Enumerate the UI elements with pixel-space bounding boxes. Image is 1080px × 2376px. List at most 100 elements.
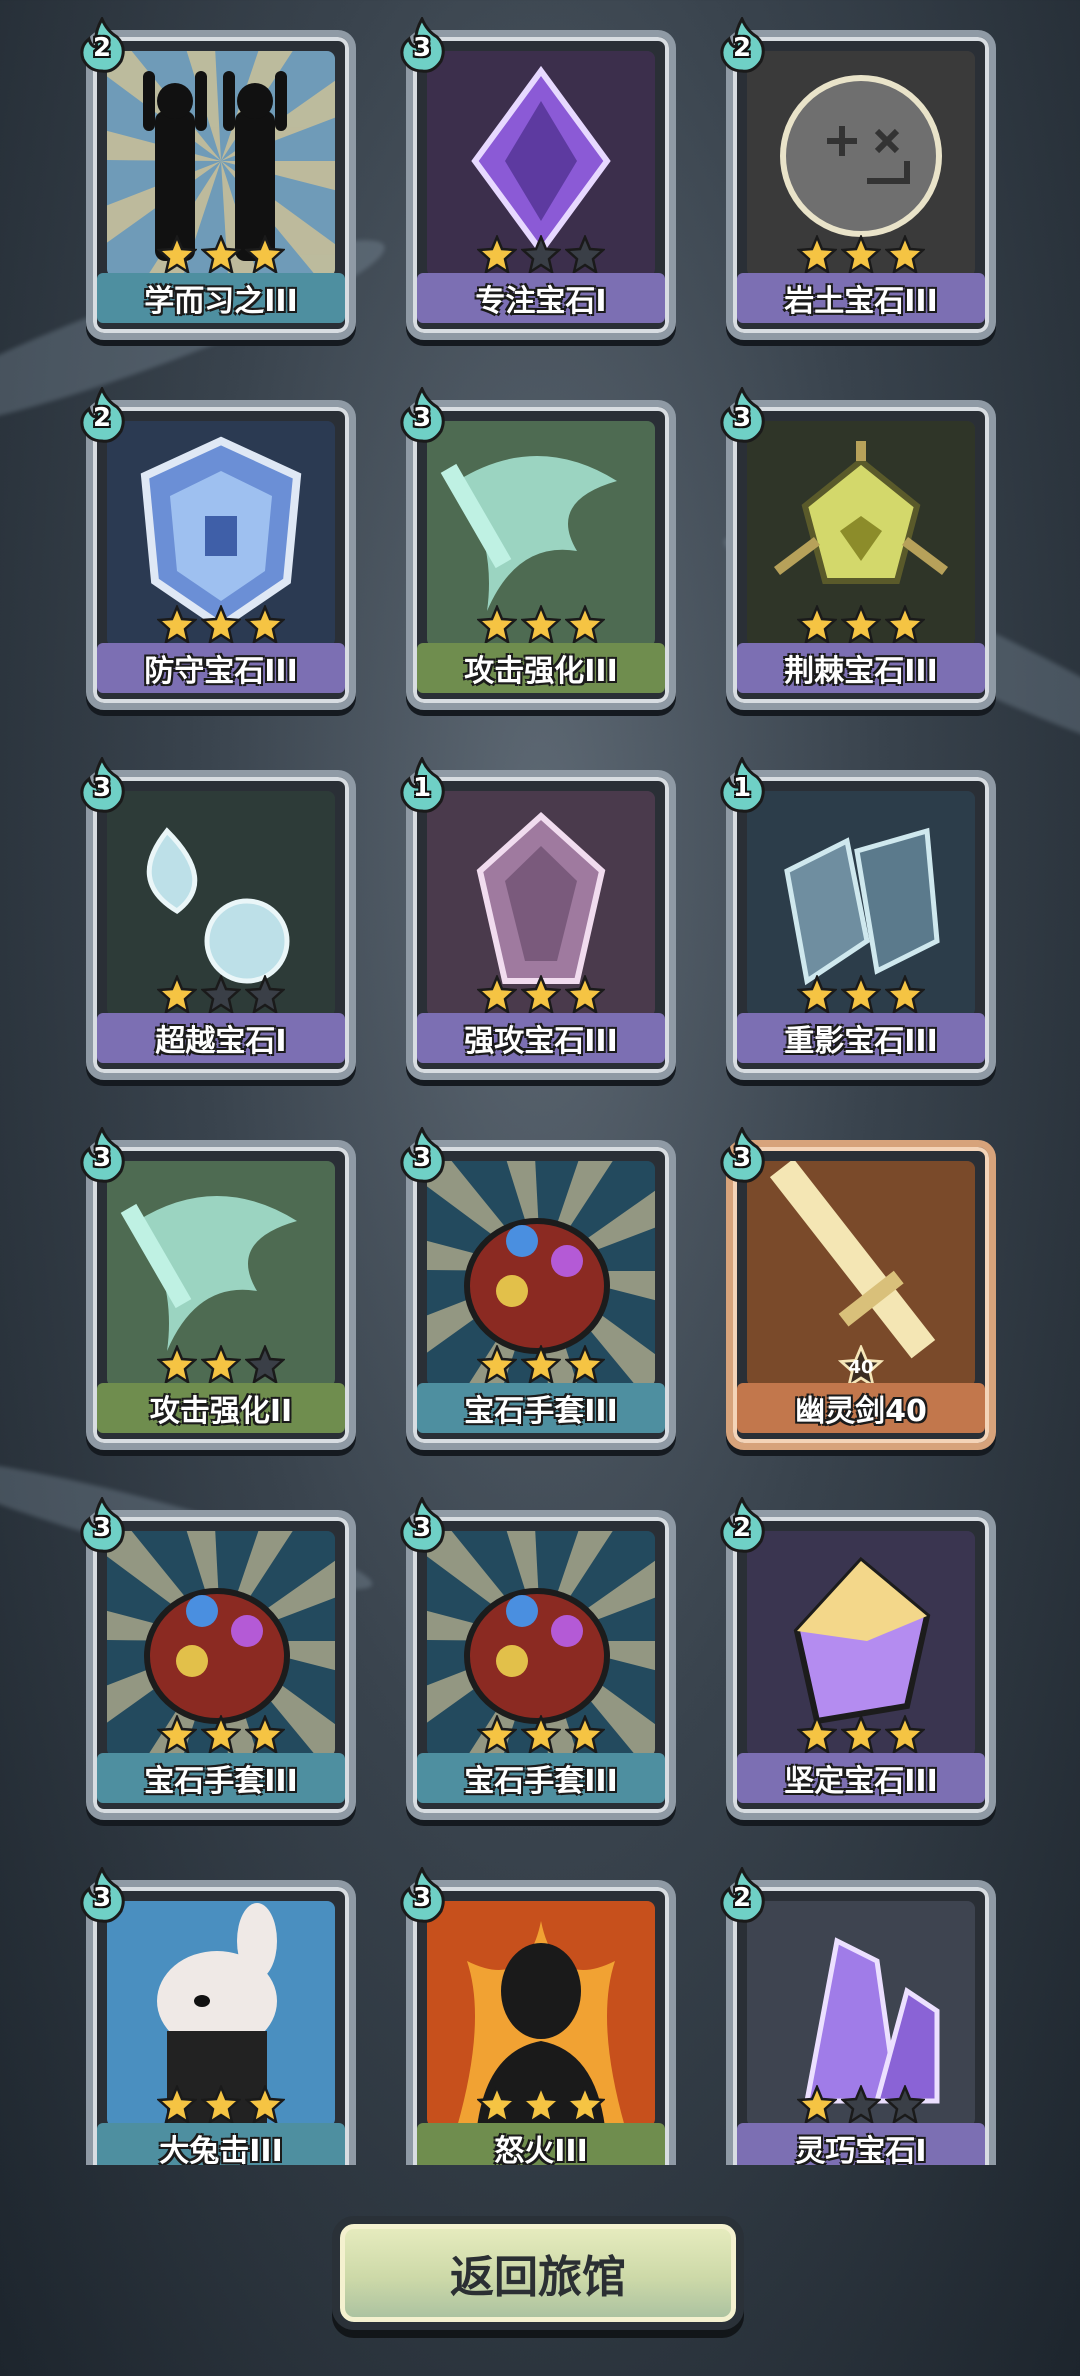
card-name: 强攻宝石III [417,1013,665,1063]
cost-flame-icon: 3 [77,1127,127,1183]
cost-flame-icon: 2 [717,1497,767,1553]
card-name: 专注宝石I [417,273,665,323]
card[interactable]: 宝石手套III 3 [80,1497,356,1820]
star-filled-icon [883,603,927,645]
cost-flame-icon: 3 [397,387,447,443]
card[interactable]: 岩土宝石III 2 [720,17,996,340]
star-filled-icon [519,2083,563,2125]
card-name: 防守宝石III [97,643,345,693]
star-filled-icon [563,973,607,1015]
card-name: 学而习之III [97,273,345,323]
cost-value: 3 [732,1143,752,1173]
card[interactable]: 学而习之III 2 [80,17,356,340]
star-filled-icon [475,1343,519,1385]
card-stars [733,1713,989,1755]
card-stars: 40 [733,1343,989,1389]
card-name: 幽灵剑40 [737,1383,985,1433]
cost-value: 3 [92,773,112,803]
card-name: 怒火III [417,2123,665,2165]
card-name: 岩土宝石III [737,273,985,323]
card[interactable]: 防守宝石III 2 [80,387,356,710]
star-filled-icon [155,2083,199,2125]
card-grid: 学而习之III 2 专注宝石I 3 岩土宝石III 2 防守宝石III 2 攻击强化III 3 荆棘… [0,0,1080,2165]
cost-flame-icon: 2 [717,17,767,73]
cost-flame-icon: 3 [717,387,767,443]
card-stars [93,233,349,275]
card[interactable]: 攻击强化III 3 [400,387,676,710]
star-empty-icon [883,2083,927,2125]
card-name: 荆棘宝石III [737,643,985,693]
cost-value: 3 [92,1513,112,1543]
star-filled-icon [199,1343,243,1385]
card-name: 灵巧宝石I [737,2123,985,2165]
cost-flame-icon: 1 [397,757,447,813]
card[interactable]: 超越宝石I 3 [80,757,356,1080]
star-filled-icon [795,973,839,1015]
star-filled-icon [199,233,243,275]
card-name: 宝石手套III [97,1753,345,1803]
card-stars [413,233,669,275]
cost-value: 3 [412,1143,432,1173]
card-name: 宝石手套III [417,1383,665,1433]
star-filled-icon [563,1343,607,1385]
cost-flame-icon: 3 [77,1867,127,1923]
card-name: 重影宝石III [737,1013,985,1063]
card[interactable]: 攻击强化II 3 [80,1127,356,1450]
cost-value: 1 [732,773,752,803]
card[interactable]: 强攻宝石III 1 [400,757,676,1080]
cost-value: 2 [92,33,112,63]
star-filled-icon [475,2083,519,2125]
back-to-inn-button[interactable]: 返回旅馆 [332,2216,744,2330]
card[interactable]: 40 幽灵剑40 3 [720,1127,996,1450]
card-stars [413,603,669,645]
card[interactable]: 宝石手套III 3 [400,1127,676,1450]
star-filled-icon [839,973,883,1015]
star-empty-icon [519,233,563,275]
card-name: 攻击强化II [97,1383,345,1433]
card[interactable]: 大兔击III 3 [80,1867,356,2165]
star-filled-icon [795,233,839,275]
star-filled-icon [243,603,287,645]
card-stars [413,2083,669,2125]
card-stars [93,603,349,645]
star-filled-icon [475,1713,519,1755]
star-filled-icon [795,603,839,645]
card[interactable]: 荆棘宝石III 3 [720,387,996,710]
cost-flame-icon: 3 [77,1497,127,1553]
cost-value: 2 [92,403,112,433]
star-filled-icon [883,973,927,1015]
card-stars [733,233,989,275]
card[interactable]: 宝石手套III 3 [400,1497,676,1820]
star-filled-icon [795,1713,839,1755]
star-filled-icon [243,233,287,275]
cost-value: 3 [412,33,432,63]
card[interactable]: 怒火III 3 [400,1867,676,2165]
cost-value: 1 [412,773,432,803]
cost-flame-icon: 3 [717,1127,767,1183]
star-filled-icon [199,1713,243,1755]
cost-value: 2 [732,33,752,63]
star-filled-icon [155,1343,199,1385]
card-stars [733,603,989,645]
cost-value: 3 [92,1883,112,1913]
cost-value: 3 [412,403,432,433]
card-name: 大兔击III [97,2123,345,2165]
card[interactable]: 重影宝石III 1 [720,757,996,1080]
star-filled-icon [883,233,927,275]
card-stars [413,1713,669,1755]
cost-value: 3 [412,1513,432,1543]
cost-flame-icon: 3 [397,1867,447,1923]
cost-flame-icon: 2 [77,17,127,73]
star-filled-icon [519,1343,563,1385]
card-stars [413,973,669,1015]
card[interactable]: 专注宝石I 3 [400,17,676,340]
star-filled-icon [155,973,199,1015]
card[interactable]: 灵巧宝石I 2 [720,1867,996,2165]
cost-flame-icon: 1 [717,757,767,813]
card-stars [733,2083,989,2125]
cost-value: 3 [92,1143,112,1173]
cost-flame-icon: 3 [77,757,127,813]
cost-value: 2 [732,1513,752,1543]
card[interactable]: 坚定宝石III 2 [720,1497,996,1820]
star-empty-icon [839,2083,883,2125]
